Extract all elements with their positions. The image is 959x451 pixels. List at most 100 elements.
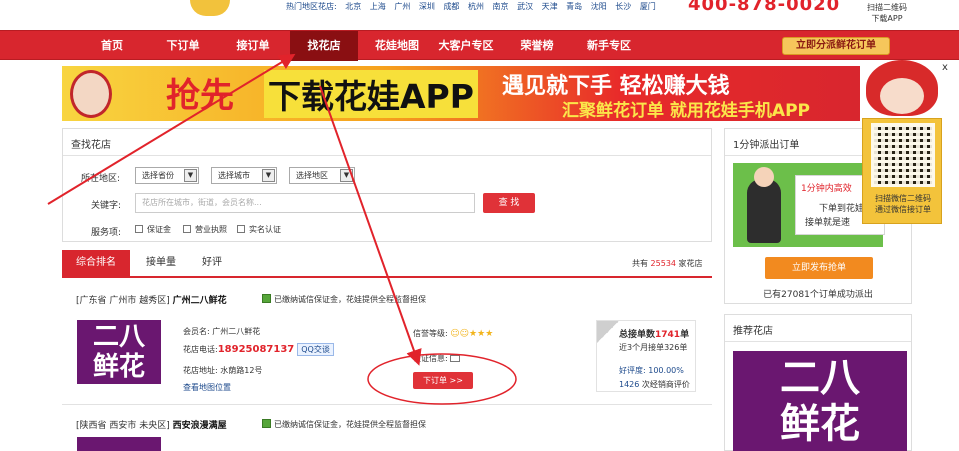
mascot-face-icon: [880, 78, 924, 114]
mascot-girl-icon: [70, 70, 112, 118]
recent-orders: 近3个月接单326单: [619, 343, 688, 352]
license-label: 营业执照: [195, 225, 227, 234]
id-card-icon: [450, 355, 461, 362]
divider: [62, 404, 712, 405]
place-order-button[interactable]: 下订单 >>: [413, 372, 473, 389]
shop-address: 水荫路12号: [220, 366, 263, 375]
hot-city-link[interactable]: 深圳: [419, 2, 435, 11]
nav-item-vip-clients[interactable]: 大客户专区: [434, 31, 498, 61]
qr-code-icon: [871, 123, 935, 187]
search-panel: 查找花店 所在地区: 选择省份 ▼ 选择城市 ▼ 选择地区 ▼ 关键字: 花店所…: [62, 128, 712, 242]
guarantee-text: 已缴纳诚信保证金，花娃提供全程监督担保: [274, 295, 426, 304]
mascot-logo-icon: [190, 0, 230, 16]
banner-download-text: 下载花娃APP: [264, 70, 478, 118]
nav-item-find-shop[interactable]: 找花店: [290, 31, 358, 61]
star-icon: ★: [485, 329, 494, 339]
hot-city-link[interactable]: 上海: [370, 2, 386, 11]
divider: [63, 155, 711, 156]
license-checkbox[interactable]: [183, 225, 191, 233]
credit-row: 信誉等级: ☺☺★★★: [413, 328, 493, 339]
praise-label: 好评度:: [619, 366, 646, 375]
shop-header: [陕西省 西安市 未央区] 西安浪漫满屋: [76, 418, 227, 431]
shop-logo[interactable]: [77, 437, 161, 451]
total-count: 25534: [650, 259, 676, 268]
nav-item-place-order[interactable]: 下订单: [156, 31, 210, 61]
service-label: 服务项:: [91, 228, 122, 238]
reviews-suffix: 次经销商评价: [641, 380, 690, 389]
floating-qr-widget: x 扫描微信二维码 通过微信接订单: [860, 60, 948, 224]
city-select-value: 选择城市: [218, 171, 250, 180]
orders-dispatched: 已有27081个订单成功派出: [725, 287, 911, 300]
qq-chat-button[interactable]: QQ交谈: [297, 343, 334, 356]
nav-item-honor-list[interactable]: 荣誉榜: [512, 31, 562, 61]
tab-overall-rank[interactable]: 综合排名: [62, 250, 130, 276]
shop-name-link[interactable]: 西安浪漫满屋: [173, 421, 227, 431]
nav-item-take-order[interactable]: 接订单: [226, 31, 280, 61]
hot-city-link[interactable]: 北京: [345, 2, 361, 11]
hot-city-link[interactable]: 长沙: [615, 2, 631, 11]
keyword-input[interactable]: 花店所在城市，街道，会员名称...: [135, 193, 475, 213]
shop-region: [陕西省 西安市 未央区]: [76, 421, 170, 431]
shop-stats: 总接单数1741单 近3个月接单326单 好评度: 100.00% 1426 次…: [596, 320, 696, 392]
total-shops: 共有 25534 家花店: [632, 258, 703, 269]
qr-caption-line: 扫描微信二维码: [875, 194, 931, 203]
phone-row: 花店电话:18925087137 QQ交谈: [183, 343, 334, 356]
shop-header: [广东省 广州市 越秀区] 广州二八鲜花: [76, 293, 227, 306]
hot-city-link[interactable]: 青岛: [566, 2, 582, 11]
hot-city-link[interactable]: 南京: [493, 2, 509, 11]
member-label: 会员名:: [183, 327, 210, 336]
tab-praise[interactable]: 好评: [190, 250, 234, 276]
guarantee-note: 已缴纳诚信保证金，花娃提供全程监督担保: [262, 419, 426, 430]
site-logo[interactable]: [68, 0, 158, 4]
map-location-link[interactable]: 查看地图位置: [183, 382, 231, 393]
recommended-title: 推荐花店: [733, 326, 773, 337]
district-select[interactable]: 选择地区 ▼: [289, 167, 355, 184]
search-button[interactable]: 查 找: [483, 193, 535, 213]
illustration-headline: 1分钟内高效: [801, 184, 852, 194]
total-prefix: 共有: [632, 259, 648, 268]
total-orders: 总接单数1741单: [619, 327, 689, 340]
tab-order-volume[interactable]: 接单量: [134, 250, 188, 276]
main-nav: 首页 下订单 接订单 找花店 花娃地图 大客户专区 荣誉榜 新手专区 立即分派鲜…: [0, 30, 959, 61]
total-orders-value: 1741: [655, 330, 681, 340]
recommended-shops-panel: 推荐花店 二八 鲜花: [724, 314, 912, 451]
nav-item-newbie[interactable]: 新手专区: [580, 31, 638, 61]
province-select[interactable]: 选择省份 ▼: [135, 167, 199, 184]
top-strip: 热门地区花店: 北京 上海 广州 深圳 成都 杭州 南京 武汉 天津 青岛 沈阳…: [0, 0, 959, 30]
star-icon: ★: [469, 329, 478, 339]
dispatch-order-button[interactable]: 立即分派鲜花订单: [782, 37, 890, 55]
province-select-value: 选择省份: [142, 171, 174, 180]
shop-logo[interactable]: 二八 鲜花: [77, 320, 161, 384]
shop-name-link[interactable]: 广州二八鲜花: [173, 296, 227, 306]
hot-city-link[interactable]: 武汉: [517, 2, 533, 11]
district-select-value: 选择地区: [296, 171, 328, 180]
reviews-row[interactable]: 1426 次经销商评价: [619, 379, 690, 390]
dropdown-arrow-icon: ▼: [340, 169, 353, 182]
city-select[interactable]: 选择城市 ▼: [211, 167, 277, 184]
hot-city-link[interactable]: 成都: [443, 2, 459, 11]
close-icon[interactable]: x: [942, 62, 948, 73]
publish-order-button[interactable]: 立即发布抢单: [765, 257, 873, 279]
reviews-count: 1426: [619, 380, 640, 389]
hot-city-link[interactable]: 天津: [542, 2, 558, 11]
deposit-checkbox[interactable]: [135, 225, 143, 233]
banner-subslogan: 汇聚鲜花订单 就用花娃手机APP: [562, 101, 810, 121]
praise-rate: 100.00%: [648, 366, 684, 375]
hot-city-link[interactable]: 厦门: [640, 2, 656, 11]
guarantee-text: 已缴纳诚信保证金，花娃提供全程监督担保: [274, 420, 426, 429]
hot-city-link[interactable]: 杭州: [468, 2, 484, 11]
shop-logo-line: 鲜花: [92, 352, 145, 382]
hot-city-link[interactable]: 广州: [394, 2, 410, 11]
recommended-shop-logo[interactable]: 二八 鲜花: [733, 351, 907, 451]
nav-item-flower-map[interactable]: 花娃地图: [368, 31, 426, 61]
scan-line: 下载APP: [871, 14, 903, 23]
hot-city-link[interactable]: 沈阳: [591, 2, 607, 11]
nav-item-home[interactable]: 首页: [88, 31, 136, 61]
guarantee-icon: [262, 294, 271, 303]
orders-done-suffix: 个订单成功派出: [809, 290, 873, 300]
realname-checkbox[interactable]: [237, 225, 245, 233]
app-download-banner[interactable]: 抢先 下载花娃APP 遇见就下手 轻松赚大钱 汇聚鲜花订单 就用花娃手机APP: [62, 66, 860, 121]
praise-row: 好评度: 100.00%: [619, 365, 684, 376]
member-name: 广州二八鲜花: [212, 327, 261, 336]
qr-caption-line: 通过微信接订单: [875, 205, 931, 214]
